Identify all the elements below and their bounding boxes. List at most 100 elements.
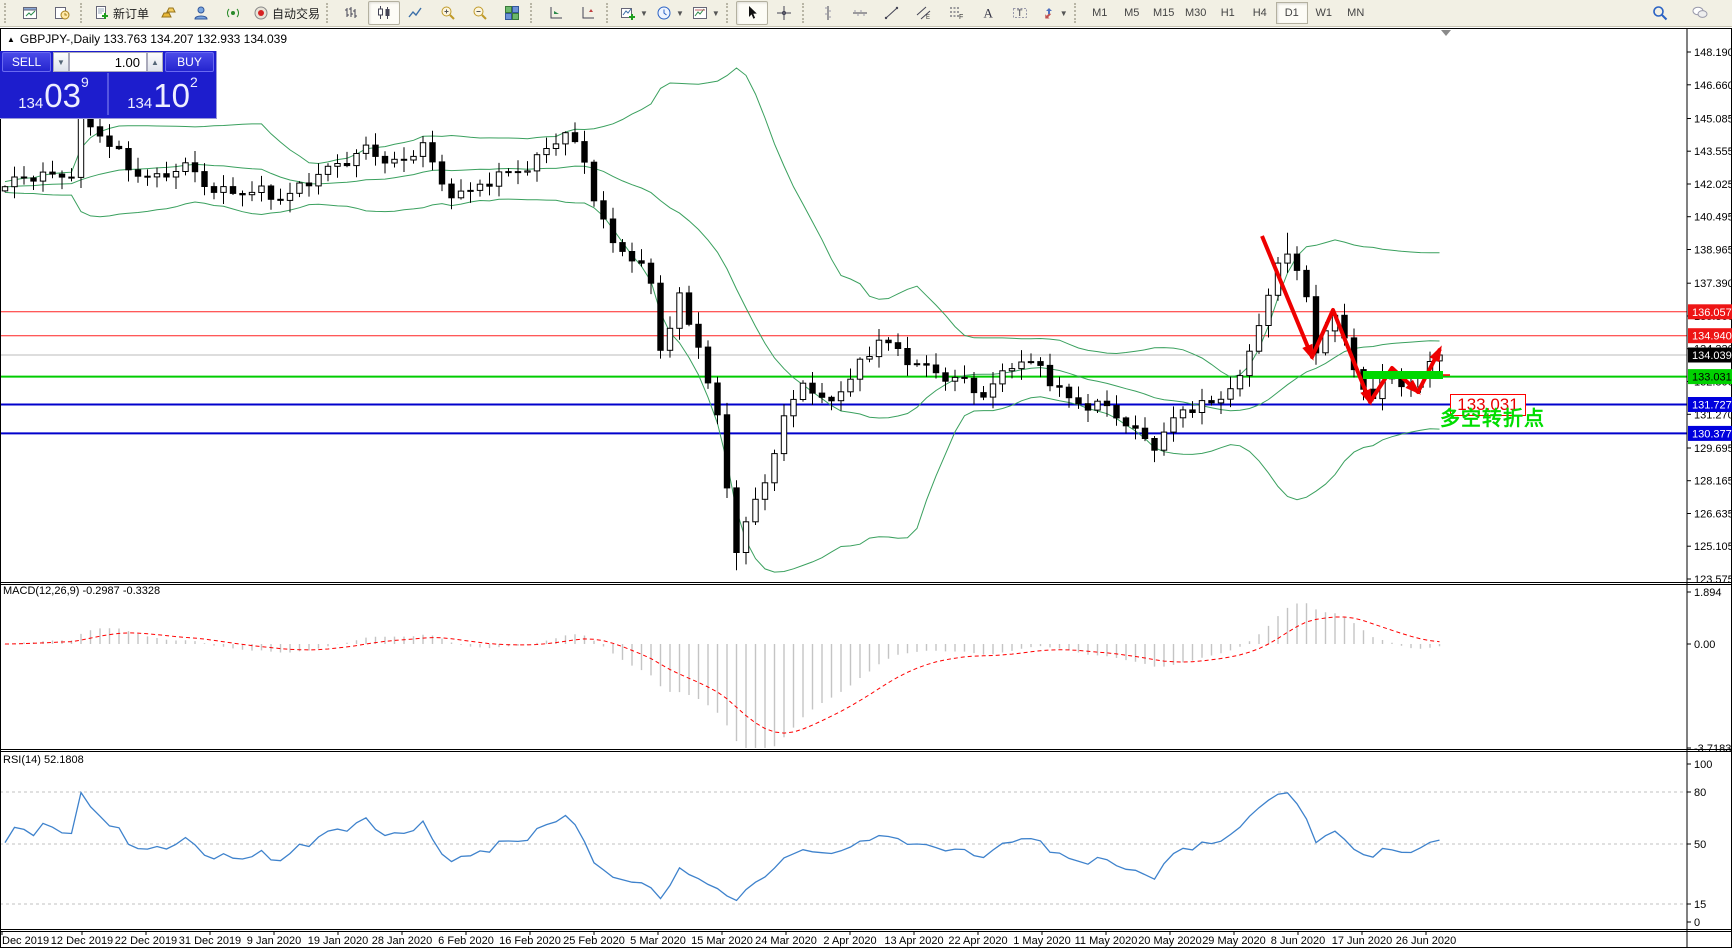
search-icon [1653,6,1668,21]
timeframe-mn-button[interactable]: MN [1340,2,1372,24]
svg-text:A: A [983,6,993,21]
price-chart-canvas[interactable]: 148.190 146.660 145.085 143.555 142.025 140.4… [0,28,1732,949]
zigzag-arrowhead [1360,388,1372,406]
add-indicator-icon [621,8,636,20]
vertical-line-tool-button[interactable] [812,1,844,25]
toolbar-separator [606,3,614,23]
crosshair-tool-button[interactable] [768,1,800,25]
price-badge-label: 134.940 [1692,331,1732,343]
sell-price-figure: 134 [18,95,44,112]
timeframe-w1-button[interactable]: W1 [1308,2,1340,24]
tile-windows-icon [505,6,520,20]
buy-price-point: 2 [189,74,198,90]
toolbar-separator [80,3,88,23]
rsi-tick-label: 80 [1694,787,1706,799]
chat-button[interactable] [1684,1,1716,25]
candlestick-icon [378,6,390,19]
buy-price[interactable]: 134 10 2 [109,73,216,115]
macd-tick-label: 1.894 [1694,587,1722,599]
templates-button[interactable]: ▼ [688,1,724,25]
autotrading-button[interactable]: 自动交易 [249,1,324,25]
line-chart-mode-button[interactable] [400,1,432,25]
line-chart-icon [408,7,422,18]
bollinger-upper-band [4,67,1440,378]
arrows-tool-button[interactable]: ▼ [1036,1,1072,25]
trendline-tool-button[interactable] [876,1,908,25]
equidistant-channel-tool-button[interactable]: E [908,1,940,25]
tile-windows-button[interactable] [496,1,528,25]
volume-increase-button[interactable]: ▲ [147,52,163,72]
price-badge-label: 130.377 [1692,428,1732,440]
chat-icon [1692,6,1708,18]
zoom-in-icon [441,6,455,20]
toolbar-separator [326,3,334,23]
timeframe-m30-button[interactable]: M30 [1180,2,1212,24]
text-tool-button[interactable]: A [972,1,1004,25]
timeframe-d1-button[interactable]: D1 [1275,2,1308,24]
price-tick-label: 128.165 [1694,476,1732,488]
profiles-button[interactable] [46,1,78,25]
new-order-button[interactable]: 新订单 [90,1,153,25]
chart-title-text: GBPJPY-,Daily 133.763 134.207 132.933 13… [19,32,288,46]
candlestick-mode-button[interactable] [368,1,401,25]
timeframe-m5-button[interactable]: M5 [1116,2,1148,24]
bar-chart-mode-button[interactable] [336,1,368,25]
hline-icon [852,10,867,16]
bullish-candles [1,114,1443,553]
zoom-out-button[interactable] [464,1,496,25]
rsi-tick-label: 0 [1694,917,1700,929]
support-zone-bar[interactable] [1363,371,1443,379]
autotrading-label: 自动交易 [272,6,321,21]
fibonacci-tool-button[interactable]: F [940,1,972,25]
market-watch-gold-button[interactable] [153,1,185,25]
signals-button[interactable] [217,1,249,25]
price-badge-label: 134.039 [1692,350,1732,362]
timeframe-h1-button[interactable]: H1 [1212,2,1244,24]
macd-indicator-label: MACD(12,26,9) -0.2987 -0.3328 [3,585,161,597]
periods-button[interactable]: ▼ [652,1,688,25]
chart-shift-button[interactable] [572,1,604,25]
pivot-point-annotation[interactable]: 多空转折点 [1440,402,1545,431]
price-tick-label: 145.085 [1694,114,1732,126]
chart-area: 148.190 146.660 145.085 143.555 142.025 140.4… [0,28,1732,949]
rsi-indicator-label: RSI(14) 52.1808 [3,754,84,766]
timeframe-h4-button[interactable]: H4 [1244,2,1276,24]
toolbar-separator [1073,3,1082,23]
date-tick-label: 5 Mar 2020 [630,935,686,947]
auto-scroll-button[interactable] [540,1,572,25]
date-tick-label: 1 May 2020 [1013,935,1070,947]
volume-decrease-button[interactable]: ▼ [53,52,69,72]
timeframe-m15-button[interactable]: M15 [1148,2,1180,24]
toolbar-separator [530,3,538,23]
price-tick-label: 138.965 [1694,245,1732,257]
buy-button[interactable]: BUY [165,52,214,72]
sell-price-point: 9 [80,74,89,90]
gold-icon [161,7,176,18]
chart-shift-marker[interactable] [1441,30,1451,36]
sell-button[interactable]: SELL [2,52,51,72]
search-button[interactable] [1644,1,1676,25]
text-label-tool-button[interactable]: T [1004,1,1036,25]
macd-tick-label: -3.7183 [1694,743,1731,755]
cursor-tool-button[interactable] [735,1,768,25]
chart-window-button[interactable] [14,1,46,25]
rsi-tick-label: 50 [1694,839,1706,851]
price-tick-label: 125.105 [1694,541,1732,553]
add-indicator-button[interactable]: ▼ [616,1,652,25]
sell-price-pips: 03 [44,77,81,114]
sell-price[interactable]: 134 03 9 [0,73,109,115]
vline-icon [824,6,831,20]
zoom-in-button[interactable] [432,1,464,25]
date-tick-label: 9 Jan 2020 [247,935,301,947]
volume-input[interactable]: 1.00 [69,52,147,72]
periods-icon [657,6,671,20]
horizontal-line-tool-button[interactable] [844,1,876,25]
mql5-community-button[interactable] [185,1,217,25]
date-tick-label: 2 Apr 2020 [823,935,876,947]
timeframe-m1-button[interactable]: M1 [1084,2,1116,24]
dropdown-arrow-icon: ▼ [640,8,648,18]
chart-title: ▲ GBPJPY-,Daily 133.763 134.207 132.933 … [7,32,287,46]
arrange-a-icon [550,7,563,19]
bearish-candles [20,114,1415,553]
signals-icon [227,8,239,18]
